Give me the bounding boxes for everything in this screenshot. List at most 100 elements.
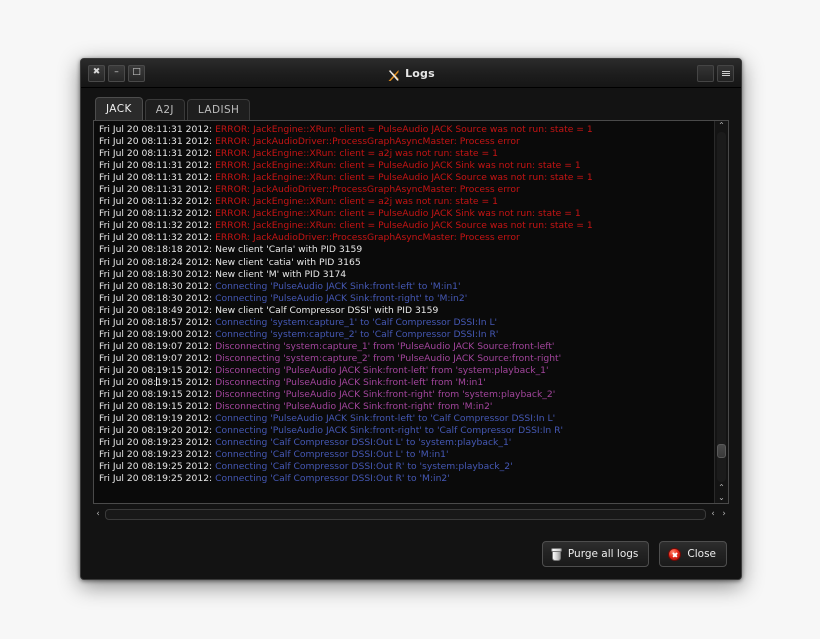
log-timestamp: Fri Jul 20 08:11:32 2012: xyxy=(99,220,215,231)
scroll-left-arrow-icon[interactable]: ‹ xyxy=(93,509,103,519)
trash-body xyxy=(552,551,561,561)
close-button[interactable]: Close xyxy=(659,541,727,567)
tab-bar: JACK A2J LADISH xyxy=(93,98,729,120)
window-maximize-button[interactable]: □ xyxy=(128,65,145,82)
scroll-left-arrow-end-icon[interactable]: ‹ xyxy=(708,509,718,519)
log-line: Fri Jul 20 08:18:30 2012: Connecting 'Pu… xyxy=(99,293,710,305)
log-message: ERROR: JackEngine::XRun: client = PulseA… xyxy=(215,160,581,171)
log-timestamp: Fri Jul 20 08:11:31 2012: xyxy=(99,184,215,195)
log-message: Connecting 'Calf Compressor DSSI:Out L' … xyxy=(215,449,448,460)
log-timestamp: Fri Jul 20 08:19:19 2012: xyxy=(99,413,215,424)
horizontal-scroll-arrows: ‹ › xyxy=(708,509,729,519)
log-line: Fri Jul 20 08:19:15 2012: Disconnecting … xyxy=(99,401,710,413)
log-timestamp: Fri Jul 20 08:11:32 2012: xyxy=(99,232,215,243)
log-message: ERROR: JackEngine::XRun: client = PulseA… xyxy=(215,172,593,183)
log-line: Fri Jul 20 08:19:25 2012: Connecting 'Ca… xyxy=(99,473,710,485)
log-line: Fri Jul 20 08:19:23 2012: Connecting 'Ca… xyxy=(99,437,710,449)
log-timestamp: Fri Jul 20 08:11:31 2012: xyxy=(99,148,215,159)
vertical-scroll-thumb[interactable] xyxy=(717,444,726,458)
log-message: Connecting 'Calf Compressor DSSI:Out R' … xyxy=(215,461,513,472)
log-line: Fri Jul 20 08:11:32 2012: ERROR: JackAud… xyxy=(99,232,710,244)
log-message: New client 'Carla' with PID 3159 xyxy=(215,244,362,255)
log-timestamp: Fri Jul 20 08:11:31 2012: xyxy=(99,160,215,171)
log-line: Fri Jul 20 08:11:32 2012: ERROR: JackEng… xyxy=(99,220,710,232)
horizontal-scrollbar[interactable]: ‹ ‹ › xyxy=(93,507,729,521)
horizontal-scroll-track[interactable] xyxy=(105,509,706,520)
log-timestamp: Fri Jul 20 08:18:24 2012: xyxy=(99,257,215,268)
purge-all-logs-button[interactable]: Purge all logs xyxy=(542,541,649,567)
log-message: New client 'Calf Compressor DSSI' with P… xyxy=(215,305,438,316)
log-message: Disconnecting 'PulseAudio JACK Sink:fron… xyxy=(215,401,492,412)
scroll-up-arrow-icon[interactable]: ⌃ xyxy=(715,121,728,131)
log-line: Fri Jul 20 08:19:15 2012: Disconnecting … xyxy=(99,365,710,377)
log-message: New client 'catia' with PID 3165 xyxy=(215,257,361,268)
tab-jack[interactable]: JACK xyxy=(95,97,143,120)
vertical-scrollbar[interactable]: ⌃ ⌃ ⌄ xyxy=(714,121,728,503)
log-message: Connecting 'system:capture_1' to 'Calf C… xyxy=(215,317,497,328)
window-body: JACK A2J LADISH Fri Jul 20 08:11:31 2012… xyxy=(81,88,741,529)
menu-icon-line xyxy=(722,75,730,76)
log-message: ERROR: JackAudioDriver::ProcessGraphAsyn… xyxy=(215,136,520,147)
log-timestamp: Fri Jul 20 08:19:00 2012: xyxy=(99,329,215,340)
menu-icon-line xyxy=(722,73,730,74)
log-timestamp: Fri Jul 20 08:19:15 2012: xyxy=(99,365,215,376)
log-timestamp: Fri Jul 20 08:18:30 2012: xyxy=(99,281,215,292)
log-line: Fri Jul 20 08:18:30 2012: New client 'M'… xyxy=(99,269,710,281)
window-title-group: Logs xyxy=(81,59,741,87)
log-line: Fri Jul 20 08:19:15 2012: Disconnecting … xyxy=(99,389,710,401)
log-timestamp: Fri Jul 20 08:18:18 2012: xyxy=(99,244,215,255)
close-button-label: Close xyxy=(687,548,716,560)
log-message: Connecting 'PulseAudio JACK Sink:front-l… xyxy=(215,281,460,292)
log-line: Fri Jul 20 08:19:07 2012: Disconnecting … xyxy=(99,353,710,365)
scroll-down-arrow-icon[interactable]: ⌄ xyxy=(715,493,728,503)
window-controls-left: ✖ – □ xyxy=(81,65,145,82)
log-timestamp: Fri Jul 20 08:19:23 2012: xyxy=(99,449,215,460)
tab-ladish[interactable]: LADISH xyxy=(187,99,250,120)
log-timestamp: Fri Jul 20 08:19:15 2012: xyxy=(99,377,215,388)
vertical-scroll-track[interactable] xyxy=(717,132,726,482)
logs-window: ✖ – □ Logs xyxy=(80,58,742,580)
tab-a2j[interactable]: A2J xyxy=(145,99,185,120)
log-line: Fri Jul 20 08:11:31 2012: ERROR: JackEng… xyxy=(99,160,710,172)
log-message: ERROR: JackAudioDriver::ProcessGraphAsyn… xyxy=(215,232,520,243)
log-line: Fri Jul 20 08:19:25 2012: Connecting 'Ca… xyxy=(99,461,710,473)
log-message: ERROR: JackEngine::XRun: client = PulseA… xyxy=(215,124,593,135)
log-message: Disconnecting 'PulseAudio JACK Sink:fron… xyxy=(215,389,555,400)
window-footer: Purge all logs Close xyxy=(81,529,741,579)
log-timestamp: Fri Jul 20 08:11:32 2012: xyxy=(99,208,215,219)
log-message: ERROR: JackEngine::XRun: client = a2j wa… xyxy=(215,196,498,207)
window-titlebar[interactable]: ✖ – □ Logs xyxy=(81,59,741,88)
log-timestamp: Fri Jul 20 08:11:32 2012: xyxy=(99,196,215,207)
log-line: Fri Jul 20 08:19:19 2012: Connecting 'Pu… xyxy=(99,413,710,425)
log-timestamp: Fri Jul 20 08:19:15 2012: xyxy=(99,401,215,412)
log-message: Connecting 'Calf Compressor DSSI:Out L' … xyxy=(215,437,511,448)
log-line: Fri Jul 20 08:19:15 2012: Disconnecting … xyxy=(99,377,710,389)
scroll-right-arrow-icon[interactable]: › xyxy=(719,509,729,519)
log-timestamp: Fri Jul 20 08:11:31 2012: xyxy=(99,124,215,135)
log-message: ERROR: JackAudioDriver::ProcessGraphAsyn… xyxy=(215,184,520,195)
purge-all-logs-label: Purge all logs xyxy=(568,548,638,560)
log-message: Connecting 'PulseAudio JACK Sink:front-r… xyxy=(215,425,563,436)
log-line: Fri Jul 20 08:18:24 2012: New client 'ca… xyxy=(99,257,710,269)
log-timestamp: Fri Jul 20 08:18:49 2012: xyxy=(99,305,215,316)
log-line: Fri Jul 20 08:19:00 2012: Connecting 'sy… xyxy=(99,329,710,341)
log-line: Fri Jul 20 08:11:31 2012: ERROR: JackAud… xyxy=(99,184,710,196)
log-line: Fri Jul 20 08:18:49 2012: New client 'Ca… xyxy=(99,305,710,317)
log-message: ERROR: JackEngine::XRun: client = a2j wa… xyxy=(215,148,498,159)
titlebar-menu-button[interactable] xyxy=(717,65,734,82)
log-timestamp: Fri Jul 20 08:19:23 2012: xyxy=(99,437,215,448)
log-line: Fri Jul 20 08:19:07 2012: Disconnecting … xyxy=(99,341,710,353)
log-message: Disconnecting 'system:capture_2' from 'P… xyxy=(215,353,561,364)
titlebar-blank-button[interactable] xyxy=(697,65,714,82)
log-message: Disconnecting 'system:capture_1' from 'P… xyxy=(215,341,554,352)
log-message: Connecting 'PulseAudio JACK Sink:front-l… xyxy=(215,413,555,424)
log-text-area[interactable]: Fri Jul 20 08:11:31 2012: ERROR: JackEng… xyxy=(94,121,714,503)
log-line: Fri Jul 20 08:18:18 2012: New client 'Ca… xyxy=(99,244,710,256)
window-title: Logs xyxy=(405,67,435,80)
log-message: New client 'M' with PID 3174 xyxy=(215,269,346,280)
log-timestamp: Fri Jul 20 08:19:20 2012: xyxy=(99,425,215,436)
window-close-button[interactable]: ✖ xyxy=(88,65,105,82)
window-minimize-button[interactable]: – xyxy=(108,65,125,82)
log-timestamp: Fri Jul 20 08:11:31 2012: xyxy=(99,136,215,147)
scroll-up-arrow-bottom-icon[interactable]: ⌃ xyxy=(715,483,728,493)
